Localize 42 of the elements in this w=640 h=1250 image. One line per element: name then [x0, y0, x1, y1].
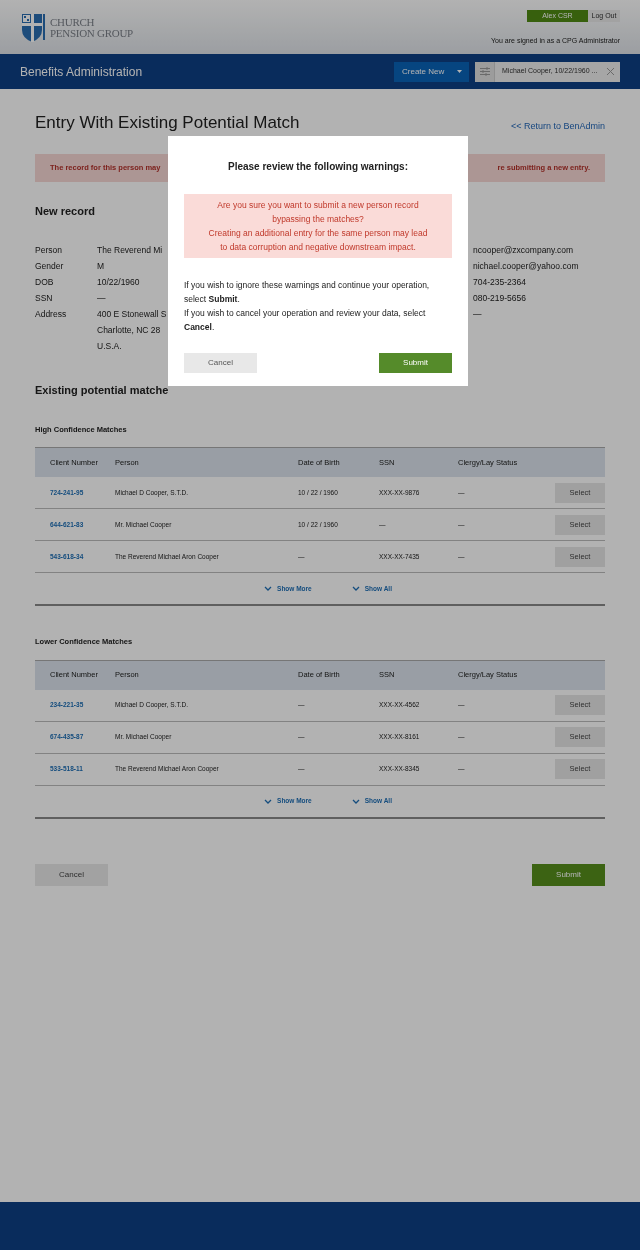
field-value: 704-235-2364 [473, 275, 527, 289]
return-link[interactable]: << Return to BenAdmin [510, 119, 605, 133]
warning-text: Creating an additional entry for the same person may lead to data corruption and negative downstream impact. [207, 227, 429, 254]
shield-cross-logo-icon [20, 12, 46, 44]
submit-button[interactable]: Submit [532, 863, 605, 886]
field-value: 080-219-5656 [473, 291, 527, 305]
create-new-button[interactable]: Create New [394, 61, 469, 82]
field-value: 400 E Stonewall S [97, 307, 167, 321]
field-value: M [97, 259, 106, 273]
chevron-down-icon [264, 586, 273, 592]
field-value: nichael.cooper@yahoo.com [473, 259, 580, 273]
sliders-icon[interactable] [479, 67, 490, 76]
instruction-text: If you wish to cancel your operation and review your data, select Cancel. [184, 307, 427, 334]
cancel-button[interactable]: Cancel [35, 863, 108, 886]
field-label: DOB [35, 275, 55, 289]
field-label: SSN [35, 291, 54, 305]
page-title: Entry With Existing Potential Match [35, 113, 300, 133]
field-value: U.S.A. [97, 339, 123, 353]
section-heading: New record [35, 204, 95, 219]
close-icon[interactable] [607, 68, 614, 75]
field-value: — [473, 307, 483, 321]
warning-text: Are you sure you want to submit a new person record bypassing the matches? [216, 199, 420, 226]
field-label: Address [35, 307, 68, 321]
field-value: ncooper@zxcompany.com [473, 243, 575, 257]
section-heading: Existing potential matche [35, 382, 170, 398]
field-value: — [97, 291, 107, 305]
dialog-title: Please review the following warnings: [226, 160, 409, 174]
field-value: Charlotte, NC 28 [97, 323, 162, 337]
app-title: Benefits Administration [20, 63, 143, 81]
logo-text: PENSION GROUP [50, 28, 133, 39]
instruction-text: If you wish to ignore these warnings and continue your operation, select Submit. [184, 279, 431, 306]
field-label: Person [35, 243, 63, 257]
logo-text: CHURCH [50, 17, 96, 28]
chevron-down-icon [351, 798, 360, 804]
chevron-down-icon [264, 798, 273, 804]
dialog-submit-button[interactable]: Submit [379, 353, 452, 373]
dialog-cancel-button[interactable]: Cancel [184, 353, 257, 373]
caret-icon [457, 70, 462, 73]
chevron-down-icon [351, 586, 360, 592]
field-value: 10/22/1960 [97, 275, 141, 289]
field-label: Gender [35, 259, 65, 273]
field-value: The Reverend Mi [97, 243, 164, 257]
